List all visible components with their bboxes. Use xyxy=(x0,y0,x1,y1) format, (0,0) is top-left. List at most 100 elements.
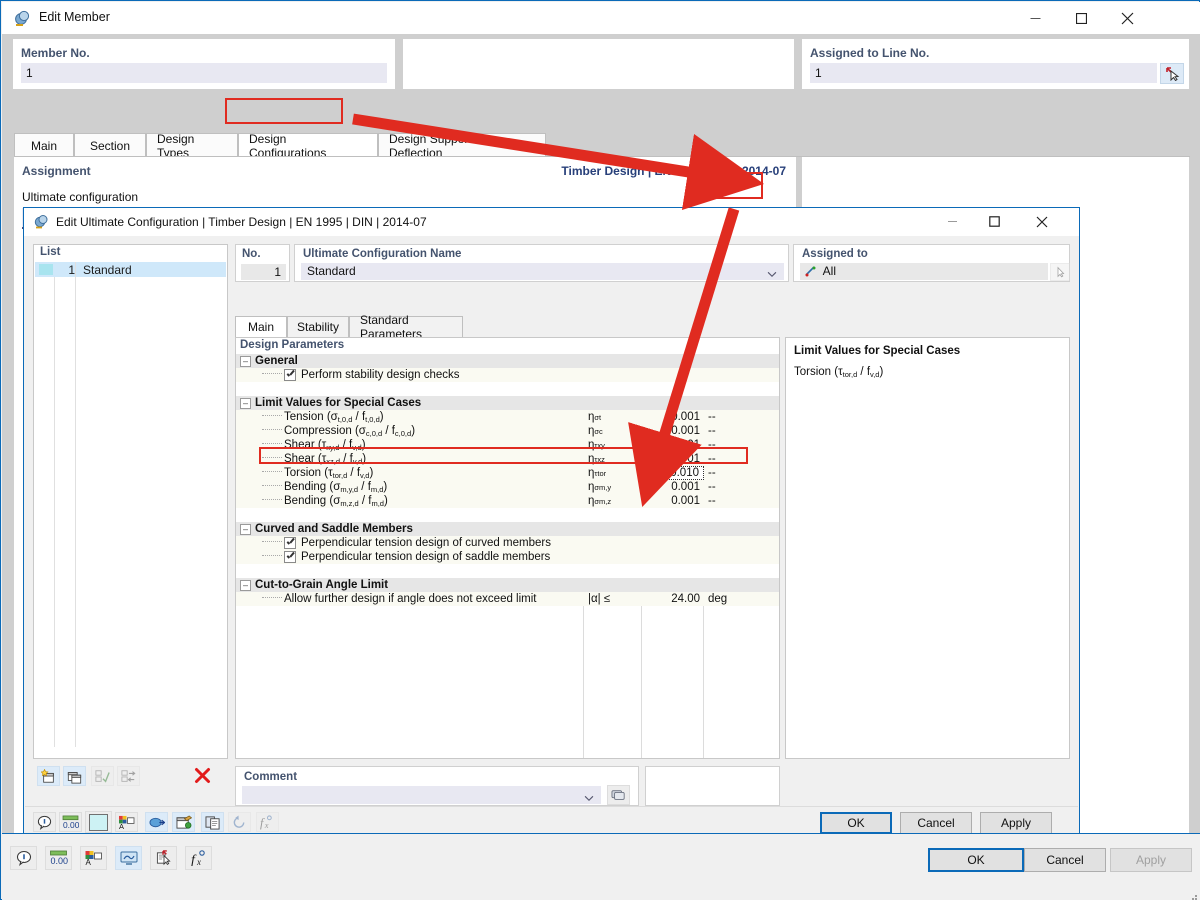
tab-design-types[interactable]: Design Types xyxy=(146,132,238,160)
grid-blank-row xyxy=(236,564,779,578)
grid-group-row[interactable]: – Cut-to-Grain Angle Limit xyxy=(236,578,779,592)
collapse-icon[interactable]: – xyxy=(240,355,251,367)
row-label: Compression (σc,0,d / fc,0,d) xyxy=(284,424,416,438)
list-item[interactable]: 1 Standard xyxy=(35,262,226,277)
comment-library-button[interactable] xyxy=(607,785,630,805)
view-mode-button[interactable] xyxy=(115,846,142,870)
maximize-button[interactable] xyxy=(1058,3,1104,34)
tab-dialog-main[interactable]: Main xyxy=(235,316,287,337)
member-no-input[interactable]: 1 xyxy=(21,63,387,83)
collapse-icon[interactable]: – xyxy=(240,397,251,409)
units-tool-button[interactable]: 0.00 xyxy=(59,812,82,832)
dialog-cancel-button[interactable]: Cancel xyxy=(900,812,972,834)
info-panel: Limit Values for Special Cases Torsion (… xyxy=(785,337,1070,759)
dialog-maximize-button[interactable] xyxy=(973,208,1015,235)
help-tool-button[interactable] xyxy=(10,846,37,870)
dialog-ok-button[interactable]: OK xyxy=(820,812,892,834)
tab-main[interactable]: Main xyxy=(14,133,74,157)
application-window: Edit Member Member No. 1 Assigned to Lin… xyxy=(0,0,1200,900)
row-value-editing[interactable]: 0.010 xyxy=(642,466,704,480)
grid-check-row-saddle[interactable]: Perpendicular tension design of saddle m… xyxy=(236,550,779,564)
clear-selection-button[interactable] xyxy=(150,846,177,870)
configuration-icon xyxy=(34,214,49,229)
grid-row-compression[interactable]: Compression (σc,0,d / fc,0,d) η σc 0.001 … xyxy=(236,424,779,438)
units-tool-button[interactable]: 0.00 xyxy=(45,846,72,870)
main-cancel-button[interactable]: Cancel xyxy=(1024,848,1106,872)
row-value[interactable]: 24.00 xyxy=(642,592,704,606)
color-legend-icon: A xyxy=(119,815,135,830)
design-parameters-header: Design Parameters xyxy=(236,338,779,353)
checkbox-icon[interactable] xyxy=(284,537,296,549)
dialog-title: Edit Ultimate Configuration | Timber Des… xyxy=(56,215,427,229)
color-swatch-button[interactable] xyxy=(85,811,112,833)
checkbox-icon[interactable] xyxy=(284,369,296,381)
tab-design-configurations[interactable]: Design Configurations xyxy=(238,132,378,160)
assigned-to-value-field[interactable]: All xyxy=(800,263,1048,280)
copy-configuration-button[interactable] xyxy=(63,766,86,786)
row-unit: -- xyxy=(708,495,716,507)
import-button[interactable] xyxy=(145,812,168,832)
document-cursor-icon xyxy=(156,850,171,866)
grid-row-tension[interactable]: Tension (σt,0,d / ft,0,d) η σt 0.001 -- xyxy=(236,410,779,424)
pick-icon xyxy=(1057,266,1065,278)
resize-gripper[interactable] xyxy=(1188,890,1198,900)
grid-row-bending-y[interactable]: Bending (σm,y,d / fm,d) η σm,y 0.001 -- xyxy=(236,480,779,494)
save-window-icon xyxy=(176,814,192,829)
save-settings-button[interactable] xyxy=(172,812,195,832)
row-value[interactable]: 0.001 xyxy=(642,480,704,494)
pick-line-button[interactable] xyxy=(1160,63,1184,84)
main-title-bar: Edit Member xyxy=(2,2,1200,34)
delete-configuration-list-button[interactable] xyxy=(190,764,214,786)
tab-dialog-stability[interactable]: Stability xyxy=(287,316,349,337)
help-tool-button[interactable] xyxy=(33,812,56,832)
assigned-line-input[interactable]: 1 xyxy=(810,63,1157,83)
row-value[interactable]: 0.001 xyxy=(642,494,704,508)
grid-check-row[interactable]: Perform stability design checks xyxy=(236,368,779,382)
invert-selection-button xyxy=(117,766,140,786)
tab-dialog-stability-label: Stability xyxy=(296,320,340,334)
svg-text:0.00: 0.00 xyxy=(51,856,69,866)
copy-window-icon xyxy=(67,771,82,784)
formula-button: f x xyxy=(256,812,279,832)
list-item-color-swatch xyxy=(39,264,53,275)
configuration-name-combo[interactable]: Standard xyxy=(301,263,784,280)
tab-section[interactable]: Section xyxy=(74,133,146,157)
formula-button[interactable]: f x xyxy=(185,846,212,870)
member-no-panel: Member No. 1 xyxy=(13,39,395,89)
main-ok-button[interactable]: OK xyxy=(928,848,1024,872)
copy-button[interactable] xyxy=(201,812,224,832)
grid-check-row-curved[interactable]: Perpendicular tension design of curved m… xyxy=(236,536,779,550)
row-value[interactable]: 0.001 xyxy=(642,424,704,438)
assigned-to-pick-button[interactable] xyxy=(1050,263,1070,281)
member-no-label: Member No. xyxy=(21,46,90,60)
dialog-minimize-button[interactable] xyxy=(931,208,973,235)
close-button[interactable] xyxy=(1104,3,1150,34)
grid-row-torsion[interactable]: Torsion (τtor,d / fv,d) η τtor 0.010 -- xyxy=(236,466,779,480)
grid-group-row[interactable]: – General xyxy=(236,354,779,368)
main-apply-button: Apply xyxy=(1110,848,1192,872)
dialog-apply-button[interactable]: Apply xyxy=(980,812,1052,834)
grid-group-row[interactable]: – Limit Values for Special Cases xyxy=(236,396,779,410)
collapse-icon[interactable]: – xyxy=(240,579,251,591)
grid-row-bending-z[interactable]: Bending (σm,z,d / fm,d) η σm,z 0.001 -- xyxy=(236,494,779,508)
tab-dialog-standard-parameters[interactable]: Standard Parameters xyxy=(349,313,463,341)
dialog-close-button[interactable] xyxy=(1021,208,1063,235)
invert-list-icon xyxy=(121,769,136,782)
checkbox-icon[interactable] xyxy=(284,551,296,563)
minimize-button[interactable] xyxy=(1012,3,1058,34)
collapse-icon[interactable]: – xyxy=(240,523,251,535)
display-properties-button[interactable]: A xyxy=(115,812,138,832)
display-properties-button[interactable]: A xyxy=(80,846,107,870)
comment-input[interactable] xyxy=(242,786,601,804)
row-value[interactable]: 0.001 xyxy=(642,410,704,424)
design-parameters-grid[interactable]: Design Parameters – General Perform stabi… xyxy=(235,337,780,759)
new-configuration-list-button[interactable] xyxy=(37,766,60,786)
assigned-line-label: Assigned to Line No. xyxy=(810,46,930,60)
monitor-icon xyxy=(120,851,137,865)
grid-group-row[interactable]: – Curved and Saddle Members xyxy=(236,522,779,536)
grid-row-angle-limit[interactable]: Allow further design if angle does not e… xyxy=(236,592,779,606)
tab-design-supports-deflection[interactable]: Design Supports & Deflection xyxy=(378,132,546,160)
check-list-icon xyxy=(95,769,110,783)
comment-library-icon xyxy=(611,790,625,800)
configuration-list[interactable]: List 1 Standard xyxy=(33,244,228,759)
